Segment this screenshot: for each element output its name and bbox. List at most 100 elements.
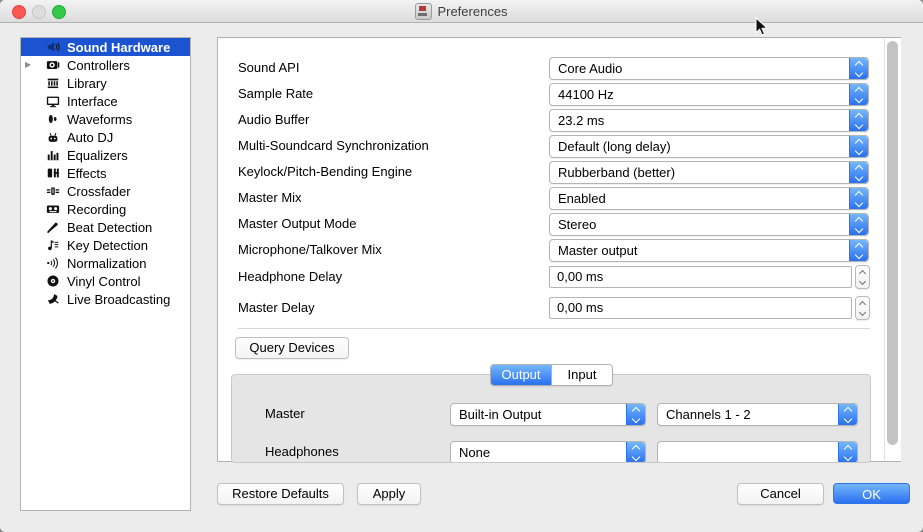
apply-button[interactable]: Apply bbox=[357, 483, 421, 505]
sample-rate-label: Sample Rate bbox=[238, 83, 313, 104]
headphones-device-label: Headphones bbox=[265, 441, 339, 463]
headphone-delay-input[interactable]: 0,00 ms bbox=[549, 266, 852, 288]
headphone-delay-stepper[interactable] bbox=[855, 265, 870, 289]
vinyl-record-icon bbox=[45, 274, 60, 289]
mouse-cursor bbox=[755, 17, 769, 40]
multi-soundcard-sync-value: Default (long delay) bbox=[558, 136, 671, 157]
sound-api-label: Sound API bbox=[238, 57, 299, 78]
chevron-up-down-icon bbox=[849, 58, 868, 79]
master-channels-value: Channels 1 - 2 bbox=[666, 404, 751, 425]
master-mix-label: Master Mix bbox=[238, 187, 302, 208]
sidebar-item-label: Live Broadcasting bbox=[67, 292, 170, 307]
waveform-icon bbox=[45, 112, 60, 127]
sidebar-item-label: Recording bbox=[67, 202, 126, 217]
cancel-button[interactable]: Cancel bbox=[737, 483, 824, 505]
sidebar-item-effects[interactable]: Effects bbox=[21, 164, 190, 182]
headphone-delay-value: 0,00 ms bbox=[557, 267, 603, 287]
mic-talkover-mix-select[interactable]: Master output bbox=[549, 239, 869, 262]
chevron-up-down-icon bbox=[849, 136, 868, 157]
sidebar-item-beat-detection[interactable]: Beat Detection bbox=[21, 218, 190, 236]
sidebar-item-label: Library bbox=[67, 76, 107, 91]
monitor-icon bbox=[45, 94, 60, 109]
device-tabs: Output Input bbox=[490, 364, 613, 386]
satellite-dish-icon bbox=[45, 292, 60, 307]
disclosure-triangle-icon[interactable]: ▶ bbox=[25, 60, 31, 69]
sidebar-item-sound-hardware[interactable]: Sound Hardware bbox=[21, 38, 190, 56]
mic-talkover-mix-label: Microphone/Talkover Mix bbox=[238, 239, 382, 260]
audio-buffer-value: 23.2 ms bbox=[558, 110, 604, 131]
master-mix-select[interactable]: Enabled bbox=[549, 187, 869, 210]
library-icon bbox=[45, 76, 60, 91]
chevron-up-down-icon bbox=[849, 162, 868, 183]
robot-icon bbox=[45, 130, 60, 145]
multi-soundcard-sync-select[interactable]: Default (long delay) bbox=[549, 135, 869, 158]
master-device-value: Built-in Output bbox=[459, 404, 541, 425]
chevron-up-down-icon bbox=[838, 404, 857, 425]
sound-api-select[interactable]: Core Audio bbox=[549, 57, 869, 80]
sidebar-item-label: Crossfader bbox=[67, 184, 131, 199]
query-devices-button[interactable]: Query Devices bbox=[235, 337, 349, 359]
sound-hardware-pane: Sound API Core Audio Sample Rate 44100 H… bbox=[217, 37, 901, 462]
scrollbar-thumb[interactable] bbox=[887, 41, 898, 445]
restore-defaults-button[interactable]: Restore Defaults bbox=[217, 483, 344, 505]
master-delay-stepper[interactable] bbox=[855, 296, 870, 320]
music-note-icon bbox=[45, 238, 60, 253]
divider bbox=[238, 328, 870, 329]
master-delay-input[interactable]: 0,00 ms bbox=[549, 297, 852, 319]
sidebar-item-label: Sound Hardware bbox=[67, 40, 170, 55]
sidebar-item-waveforms[interactable]: Waveforms bbox=[21, 110, 190, 128]
sidebar-item-equalizers[interactable]: Equalizers bbox=[21, 146, 190, 164]
device-group-box: Master Built-in Output Channels 1 - 2 He… bbox=[231, 374, 871, 463]
sound-waves-icon bbox=[45, 256, 60, 271]
sidebar-item-label: Interface bbox=[67, 94, 118, 109]
controller-icon bbox=[45, 58, 60, 73]
sidebar-item-library[interactable]: Library bbox=[21, 74, 190, 92]
sidebar-item-label: Normalization bbox=[67, 256, 146, 271]
pen-icon bbox=[45, 220, 60, 235]
master-device-select[interactable]: Built-in Output bbox=[450, 403, 646, 426]
keylock-engine-label: Keylock/Pitch-Bending Engine bbox=[238, 161, 412, 182]
crossfader-icon bbox=[45, 184, 60, 199]
audio-buffer-select[interactable]: 23.2 ms bbox=[549, 109, 869, 132]
tab-input[interactable]: Input bbox=[551, 365, 612, 385]
stepper-up-icon bbox=[859, 269, 866, 276]
keylock-engine-select[interactable]: Rubberband (better) bbox=[549, 161, 869, 184]
master-device-label: Master bbox=[265, 403, 305, 425]
master-output-mode-select[interactable]: Stereo bbox=[549, 213, 869, 236]
sidebar-item-interface[interactable]: Interface bbox=[21, 92, 190, 110]
sidebar-item-vinyl-control[interactable]: Vinyl Control bbox=[21, 272, 190, 290]
audio-buffer-label: Audio Buffer bbox=[238, 109, 309, 130]
sample-rate-select[interactable]: 44100 Hz bbox=[549, 83, 869, 106]
cassette-icon bbox=[45, 202, 60, 217]
sidebar-item-key-detection[interactable]: Key Detection bbox=[21, 236, 190, 254]
chevron-up-down-icon bbox=[838, 442, 857, 463]
tab-output[interactable]: Output bbox=[491, 365, 551, 385]
headphones-device-value: None bbox=[459, 442, 490, 463]
master-channels-select[interactable]: Channels 1 - 2 bbox=[657, 403, 858, 426]
chevron-up-down-icon bbox=[849, 110, 868, 131]
multi-soundcard-sync-label: Multi-Soundcard Synchronization bbox=[238, 135, 429, 156]
sidebar-item-recording[interactable]: Recording bbox=[21, 200, 190, 218]
sidebar-item-crossfader[interactable]: Crossfader bbox=[21, 182, 190, 200]
sidebar-item-label: Effects bbox=[67, 166, 107, 181]
headphones-channels-select[interactable] bbox=[657, 441, 858, 463]
keylock-engine-value: Rubberband (better) bbox=[558, 162, 675, 183]
ok-button[interactable]: OK bbox=[833, 483, 910, 504]
headphones-device-select[interactable]: None bbox=[450, 441, 646, 463]
sound-api-value: Core Audio bbox=[558, 58, 622, 79]
sidebar-item-live-broadcasting[interactable]: Live Broadcasting bbox=[21, 290, 190, 308]
mic-talkover-mix-value: Master output bbox=[558, 240, 638, 261]
stepper-up-icon bbox=[859, 300, 866, 307]
chevron-up-down-icon bbox=[849, 214, 868, 235]
chevron-up-down-icon bbox=[849, 84, 868, 105]
title-bar: Preferences bbox=[0, 0, 923, 23]
sidebar-item-controllers[interactable]: ▶ Controllers bbox=[21, 56, 190, 74]
sidebar-item-auto-dj[interactable]: Auto DJ bbox=[21, 128, 190, 146]
stepper-down-icon bbox=[859, 308, 866, 315]
sidebar-item-normalization[interactable]: Normalization bbox=[21, 254, 190, 272]
sidebar-item-label: Key Detection bbox=[67, 238, 148, 253]
window-title: Preferences bbox=[437, 4, 507, 19]
stepper-down-icon bbox=[859, 277, 866, 284]
master-output-mode-value: Stereo bbox=[558, 214, 596, 235]
equalizer-bars-icon bbox=[45, 148, 60, 163]
